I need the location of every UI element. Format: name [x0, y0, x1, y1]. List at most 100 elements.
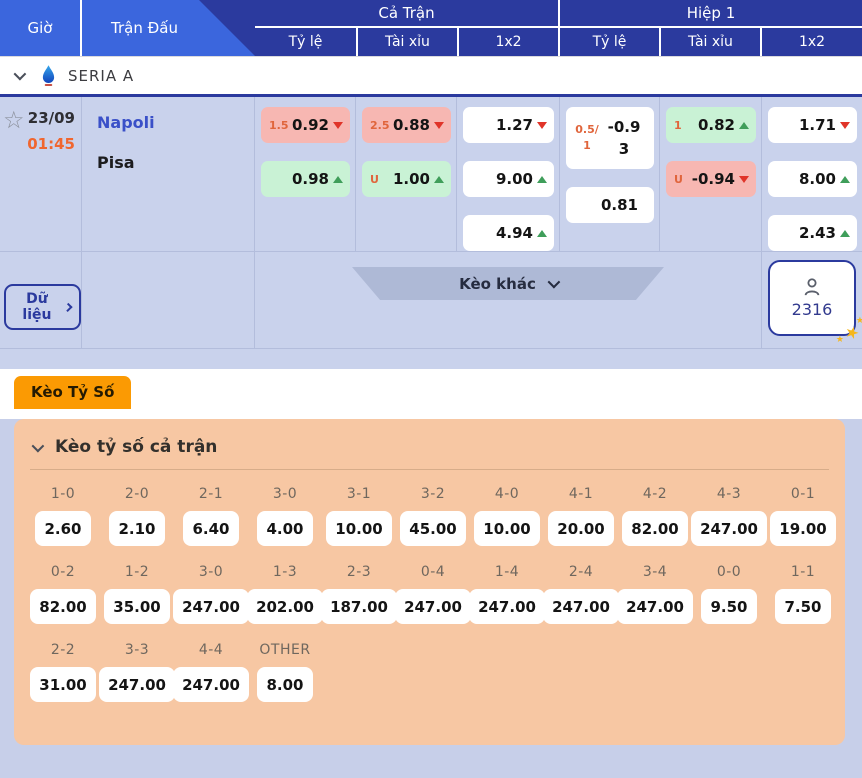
score-label: 2-2: [51, 642, 75, 658]
score-tab-band: Kèo Tỷ Số: [0, 369, 862, 419]
header-left: Giờ Trận Đấu: [0, 0, 255, 56]
score-label: OTHER: [259, 642, 310, 658]
app: Giờ Trận Đấu Cả Trận Hiệp 1 Tỷ lệ Tài xỉ…: [0, 0, 862, 745]
h1-handicap-away-odds-button[interactable]: 0.81: [566, 187, 654, 223]
score-odds-grid: 1-0 2.60 2-0 2.10 2-1 6.40 3-0 4.00 3-1 …: [14, 470, 842, 712]
score-odds-item: 2-3 187.00: [322, 556, 396, 624]
score-label: 4-3: [717, 486, 741, 502]
viewers-badge[interactable]: 2316 ★ ★ ★: [768, 260, 856, 336]
panel-header[interactable]: Kèo tỷ số cả trận: [14, 419, 845, 457]
teams-cell[interactable]: Napoli Pisa: [82, 97, 255, 252]
odds-value: 0.82: [698, 116, 735, 134]
col-header-ft-handicap: Tỷ lệ: [255, 28, 356, 56]
h1-under-odds-button[interactable]: U -0.94: [666, 161, 756, 197]
score-odds-button[interactable]: 247.00: [173, 667, 249, 702]
score-odds-button[interactable]: 247.00: [469, 589, 545, 624]
score-label: 2-1: [199, 486, 223, 502]
score-odds-item: 1-1 7.50: [766, 556, 840, 624]
score-odds-button[interactable]: 247.00: [691, 511, 767, 546]
score-odds-button[interactable]: 2.10: [109, 511, 164, 546]
home-team-name[interactable]: Napoli: [97, 113, 254, 132]
h1-handicap-home-odds-button[interactable]: 0.5/1 -0.93: [566, 107, 654, 169]
score-odds-button[interactable]: 35.00: [104, 589, 169, 624]
score-label: 0-1: [791, 486, 815, 502]
ft-1x2-away-odds-button[interactable]: 4.94: [463, 215, 554, 251]
ft-1x2-draw-odds-button[interactable]: 9.00: [463, 161, 554, 197]
score-label: 2-0: [125, 486, 149, 502]
score-label: 3-3: [125, 642, 149, 658]
h1-1x2-away-odds-button[interactable]: 2.43: [768, 215, 857, 251]
score-odds-button[interactable]: 247.00: [173, 589, 249, 624]
ft-handicap-away-odds-button[interactable]: 0.98: [261, 161, 350, 197]
favorite-star-icon[interactable]: ☆: [3, 109, 25, 251]
score-odds-button[interactable]: 82.00: [622, 511, 687, 546]
sparkle-star-icon: ★: [842, 321, 862, 344]
correct-score-panel: Kèo tỷ số cả trận 1-0 2.60 2-0 2.10 2-1 …: [14, 419, 845, 745]
ft-overunder-cell: 2.5 0.88 U 1.00: [356, 97, 457, 252]
h1-1x2-home-odds-button[interactable]: 1.71: [768, 107, 857, 143]
away-team-name[interactable]: Pisa: [97, 153, 254, 172]
chevron-down-icon[interactable]: [32, 439, 45, 452]
score-odds-item: 2-4 247.00: [544, 556, 618, 624]
score-odds-button[interactable]: 8.00: [257, 667, 312, 702]
trend-down-icon: [739, 176, 749, 183]
data-button[interactable]: Dữ liệu: [4, 284, 81, 330]
score-odds-item: OTHER 8.00: [248, 634, 322, 702]
score-odds-button[interactable]: 187.00: [321, 589, 397, 624]
h1-over-odds-button[interactable]: 1 0.82: [666, 107, 756, 143]
chevron-down-icon[interactable]: [14, 68, 27, 81]
score-label: 3-0: [199, 564, 223, 580]
score-odds-item: 0-1 19.00: [766, 478, 840, 546]
score-odds-item: 4-2 82.00: [618, 478, 692, 546]
score-odds-button[interactable]: 10.00: [326, 511, 391, 546]
more-odds-button[interactable]: Kèo khác: [352, 267, 664, 300]
score-odds-button[interactable]: 6.40: [183, 511, 238, 546]
ft-1x2-home-odds-button[interactable]: 1.27: [463, 107, 554, 143]
score-odds-item: 0-4 247.00: [396, 556, 470, 624]
odds-value: 1.00: [393, 170, 430, 188]
score-odds-button[interactable]: 2.60: [35, 511, 90, 546]
score-label: 3-2: [421, 486, 445, 502]
match-time: 01:45: [27, 135, 75, 153]
group-full-time: Cả Trận: [255, 0, 558, 26]
score-label: 1-1: [791, 564, 815, 580]
score-odds-button[interactable]: 9.50: [701, 589, 756, 624]
odds-table: ☆ 23/09 01:45 Napoli Pisa 1.5 0.92 0.98: [0, 97, 862, 369]
score-odds-button[interactable]: 247.00: [543, 589, 619, 624]
ft-under-odds-button[interactable]: U 1.00: [362, 161, 451, 197]
viewers-count: 2316: [792, 300, 833, 319]
tab-correct-score[interactable]: Kèo Tỷ Số: [14, 376, 131, 409]
score-label: 0-0: [717, 564, 741, 580]
odds-value: -0.93: [606, 116, 642, 161]
score-odds-item: 1-0 2.60: [26, 478, 100, 546]
score-label: 0-2: [51, 564, 75, 580]
data-cell: Dữ liệu: [0, 252, 82, 349]
score-odds-button[interactable]: 82.00: [30, 589, 95, 624]
odds-value: 0.88: [393, 116, 430, 134]
under-label: U: [674, 173, 683, 186]
h1-1x2-draw-odds-button[interactable]: 8.00: [768, 161, 857, 197]
trend-up-icon: [537, 230, 547, 237]
odds-value: -0.94: [692, 170, 735, 188]
score-odds-button[interactable]: 7.50: [775, 589, 830, 624]
score-odds-button[interactable]: 10.00: [474, 511, 539, 546]
score-odds-button[interactable]: 45.00: [400, 511, 465, 546]
panel-title: Kèo tỷ số cả trận: [55, 437, 217, 457]
odds-value: 8.00: [799, 170, 836, 188]
score-odds-button[interactable]: 247.00: [395, 589, 471, 624]
ft-handicap-home-odds-button[interactable]: 1.5 0.92: [261, 107, 350, 143]
ft-over-odds-button[interactable]: 2.5 0.88: [362, 107, 451, 143]
score-odds-button[interactable]: 31.00: [30, 667, 95, 702]
h1-1x2-cell: 1.71 8.00 2.43: [762, 97, 862, 252]
score-odds-button[interactable]: 247.00: [617, 589, 693, 624]
score-odds-button[interactable]: 4.00: [257, 511, 312, 546]
trend-up-icon: [333, 176, 343, 183]
score-odds-button[interactable]: 247.00: [99, 667, 175, 702]
h1-overunder-cell: 1 0.82 U -0.94: [660, 97, 762, 252]
odds-value: 4.94: [496, 224, 533, 242]
score-odds-button[interactable]: 202.00: [247, 589, 323, 624]
league-row[interactable]: SERIA A: [0, 56, 862, 97]
score-odds-button[interactable]: 19.00: [770, 511, 835, 546]
sparkle-star-icon: ★: [856, 316, 862, 326]
score-odds-button[interactable]: 20.00: [548, 511, 613, 546]
